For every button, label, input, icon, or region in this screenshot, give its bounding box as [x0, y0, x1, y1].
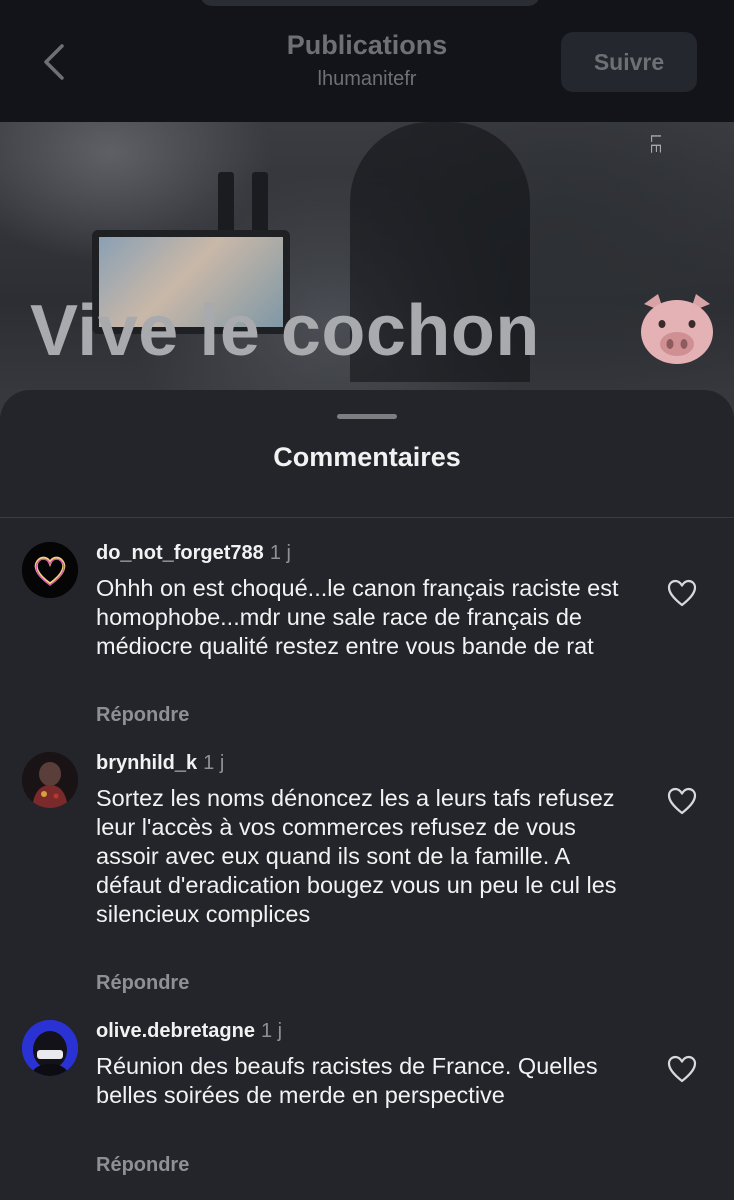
comment-username[interactable]: do_not_forget788 — [96, 542, 264, 564]
like-heart-icon[interactable] — [666, 1054, 698, 1084]
reply-button[interactable]: Répondre — [96, 1154, 189, 1177]
video-scene-element — [252, 172, 268, 236]
comment-header: brynhild_k 1 j — [96, 752, 224, 775]
avatar[interactable] — [22, 542, 78, 598]
comment-username[interactable]: olive.debretagne — [96, 1020, 255, 1042]
comment-text: Réunion des beaufs racistes de France. Q… — [96, 1053, 598, 1108]
comment-header: do_not_forget788 1 j — [96, 542, 291, 565]
comment-time: 1 j — [269, 542, 291, 564]
comment-time: 1 j — [260, 1020, 283, 1042]
comment-username[interactable]: brynhild_k — [96, 752, 197, 774]
comment-header: olive.debretagne 1 j — [96, 1020, 282, 1043]
sheet-drag-handle[interactable] — [337, 414, 397, 419]
masked-person-avatar-icon — [22, 1020, 78, 1076]
like-heart-icon[interactable] — [666, 786, 698, 816]
video-player[interactable]: LE Vive le cochon — [0, 122, 734, 422]
divider — [0, 517, 734, 518]
comments-title: Commentaires — [273, 442, 461, 472]
video-corner-text: LE — [647, 134, 664, 155]
comments-sheet: Commentaires do_not_forget788 1 j Ohhh on… — [0, 390, 734, 1200]
heart-avatar-icon — [22, 542, 78, 598]
comment-text: Ohhh on est choqué...le canon français r… — [96, 575, 619, 659]
reply-button[interactable]: Répondre — [96, 704, 189, 727]
figure-avatar-icon — [22, 752, 78, 808]
device-notch — [200, 0, 540, 6]
like-heart-icon[interactable] — [666, 578, 698, 608]
pig-face-icon — [641, 294, 713, 364]
avatar[interactable] — [22, 1020, 78, 1076]
avatar[interactable] — [22, 752, 78, 808]
comment-text: Sortez les noms dénoncez les a leurs taf… — [96, 785, 617, 927]
comment-time: 1 j — [203, 752, 225, 774]
reply-button[interactable]: Répondre — [96, 972, 189, 995]
video-caption: Vive le cochon — [30, 291, 540, 371]
top-bar: Publications lhumanitefr Suivre — [0, 0, 734, 122]
video-scene-element — [218, 172, 234, 236]
follow-button[interactable]: Suivre — [561, 32, 697, 92]
